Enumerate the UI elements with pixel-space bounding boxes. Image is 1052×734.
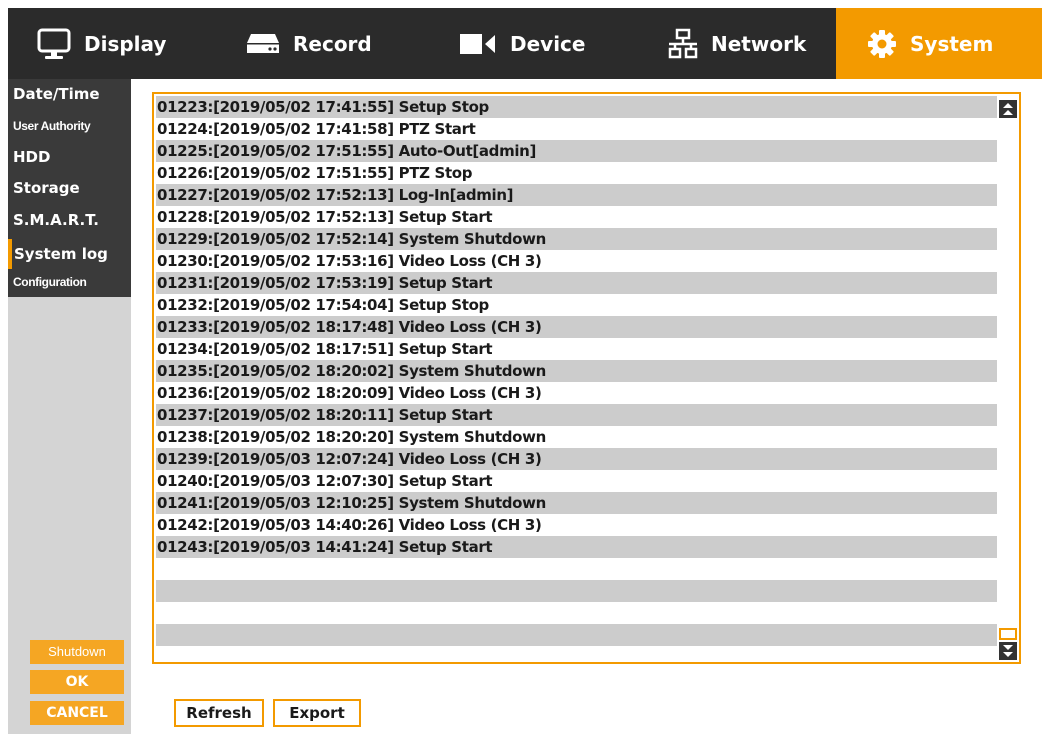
log-entry: 01241:[2019/05/03 12:10:25] System Shutd… bbox=[156, 492, 997, 514]
log-entry: 01224:[2019/05/02 17:41:58] PTZ Start bbox=[157, 120, 476, 138]
log-entry: 01237:[2019/05/02 18:20:11] Setup Start bbox=[156, 404, 997, 426]
log-entry: 01236:[2019/05/02 18:20:09] Video Loss (… bbox=[157, 384, 542, 402]
sidebar-item-storage[interactable]: Storage bbox=[8, 179, 131, 197]
sidebar-item-smart[interactable]: S.M.A.R.T. bbox=[8, 211, 131, 229]
log-entry bbox=[156, 580, 997, 602]
tab-label: Display bbox=[84, 31, 167, 56]
top-nav: Display Record Device Network System bbox=[8, 8, 1042, 79]
tab-label: System bbox=[910, 31, 994, 56]
sidebar: Date/Time User Authority HDD Storage S.M… bbox=[8, 79, 131, 734]
log-entry: 01234:[2019/05/02 18:17:51] Setup Start bbox=[157, 340, 493, 358]
scroll-thumb[interactable] bbox=[999, 628, 1017, 640]
log-entry: 01235:[2019/05/02 18:20:02] System Shutd… bbox=[156, 360, 997, 382]
scroll-down-icon bbox=[1003, 645, 1013, 657]
scroll-up-icon bbox=[1003, 103, 1013, 115]
sidebar-item-date-time[interactable]: Date/Time bbox=[8, 85, 131, 103]
tab-display[interactable]: Display bbox=[8, 8, 215, 79]
log-entry: 01229:[2019/05/02 17:52:14] System Shutd… bbox=[156, 228, 997, 250]
log-entry: 01225:[2019/05/02 17:51:55] Auto-Out[adm… bbox=[156, 140, 997, 162]
log-entry: 01243:[2019/05/03 14:41:24] Setup Start bbox=[156, 536, 997, 558]
tab-record[interactable]: Record bbox=[215, 8, 422, 79]
sidebar-menu: Date/Time User Authority HDD Storage S.M… bbox=[8, 79, 131, 297]
log-entry: 01230:[2019/05/02 17:53:16] Video Loss (… bbox=[157, 252, 542, 270]
refresh-button[interactable]: Refresh bbox=[174, 699, 264, 727]
log-entry: 01223:[2019/05/02 17:41:55] Setup Stop bbox=[156, 96, 997, 118]
scroll-top-button[interactable] bbox=[999, 100, 1017, 118]
log-entry bbox=[156, 624, 997, 646]
sidebar-item-user-authority[interactable]: User Authority bbox=[8, 119, 131, 133]
scroll-bottom-button[interactable] bbox=[999, 642, 1017, 660]
log-entry: 01242:[2019/05/03 14:40:26] Video Loss (… bbox=[157, 516, 542, 534]
sidebar-item-configuration[interactable]: Configuration bbox=[8, 275, 131, 289]
tab-system[interactable]: System bbox=[836, 8, 1042, 79]
network-icon bbox=[667, 28, 699, 60]
log-entry: 01227:[2019/05/02 17:52:13] Log-In[admin… bbox=[156, 184, 997, 206]
log-entry: 01226:[2019/05/02 17:51:55] PTZ Stop bbox=[157, 164, 473, 182]
log-entry: 01232:[2019/05/02 17:54:04] Setup Stop bbox=[157, 296, 489, 314]
tab-network[interactable]: Network bbox=[629, 8, 836, 79]
cancel-button[interactable]: CANCEL bbox=[30, 701, 124, 725]
gear-icon bbox=[866, 28, 898, 60]
tab-label: Device bbox=[510, 31, 586, 56]
sidebar-item-hdd[interactable]: HDD bbox=[8, 148, 131, 166]
ok-button[interactable]: OK bbox=[30, 670, 124, 694]
log-entry bbox=[156, 602, 997, 624]
tab-label: Network bbox=[711, 31, 807, 56]
camera-icon bbox=[458, 31, 498, 57]
shutdown-button[interactable]: Shutdown bbox=[30, 640, 124, 664]
monitor-icon bbox=[36, 27, 72, 61]
log-entry: 01240:[2019/05/03 12:07:30] Setup Start bbox=[157, 472, 493, 490]
tab-device[interactable]: Device bbox=[422, 8, 629, 79]
log-entry: 01239:[2019/05/03 12:07:24] Video Loss (… bbox=[156, 448, 997, 470]
log-entry bbox=[156, 558, 997, 580]
log-entry: 01238:[2019/05/02 18:20:20] System Shutd… bbox=[157, 428, 546, 446]
log-entry: 01233:[2019/05/02 18:17:48] Video Loss (… bbox=[156, 316, 997, 338]
system-log-list[interactable]: 01223:[2019/05/02 17:41:55] Setup Stop 01… bbox=[152, 92, 1021, 664]
export-button[interactable]: Export bbox=[273, 699, 361, 727]
log-entry: 01231:[2019/05/02 17:53:19] Setup Start bbox=[156, 272, 997, 294]
log-entry: 01228:[2019/05/02 17:52:13] Setup Start bbox=[157, 208, 493, 226]
hdd-recorder-icon bbox=[245, 31, 281, 57]
sidebar-item-system-log[interactable]: System log bbox=[8, 239, 131, 269]
tab-label: Record bbox=[293, 31, 372, 56]
